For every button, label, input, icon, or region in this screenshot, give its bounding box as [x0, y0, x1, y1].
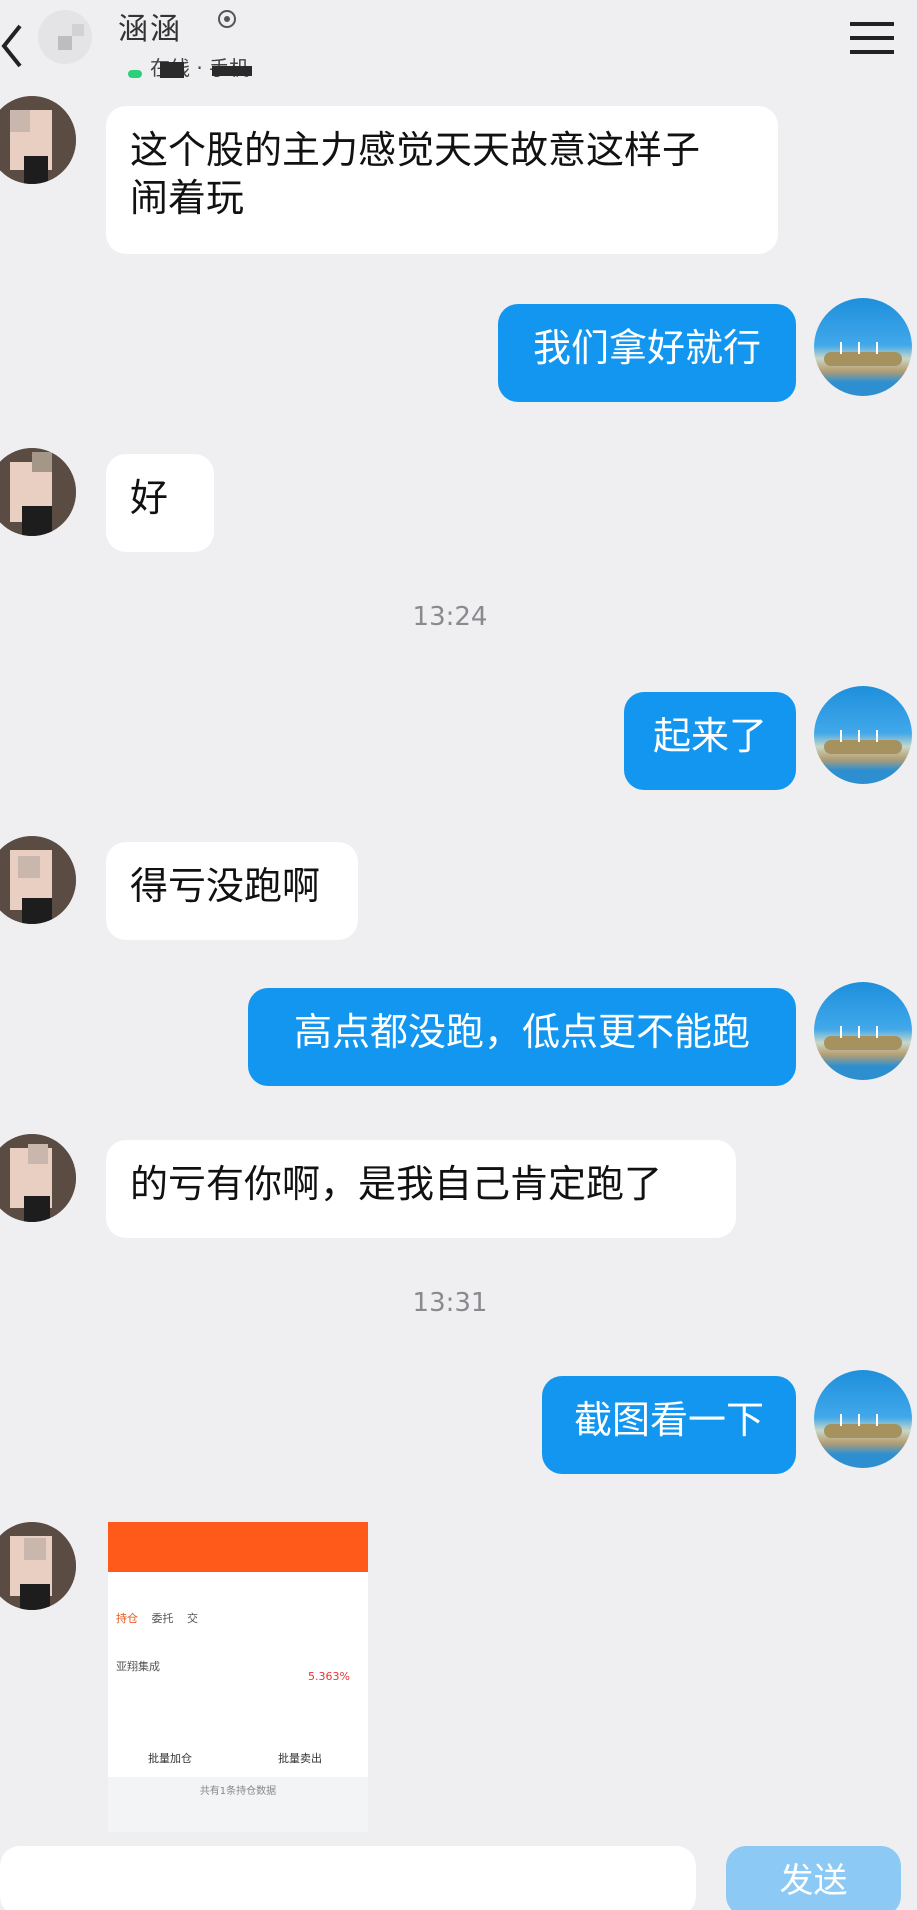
my-avatar[interactable] — [814, 1370, 912, 1468]
message-bubble[interactable]: 高点都没跑，低点更不能跑 — [248, 988, 796, 1086]
online-status-dot — [128, 70, 142, 78]
image-tabs: 持仓 委托 交 — [116, 1610, 198, 1626]
tab-hold: 持仓 — [116, 1612, 138, 1625]
batch-sell-label: 批量卖出 — [278, 1752, 322, 1765]
batch-add-label: 批量加仓 — [148, 1752, 192, 1765]
image-pct: 5.363% — [308, 1670, 350, 1683]
chat-header: 涵涵 在线 · 手机 — [0, 0, 917, 88]
message-bubble[interactable]: 得亏没跑啊 — [106, 842, 358, 940]
stock-pct: 5.363% — [308, 1670, 350, 1683]
message-text: 的亏有你啊，是我自己肯定跑了 — [130, 1162, 663, 1206]
message-text: 截图看一下 — [573, 1398, 764, 1442]
image-buttons: 批量加仓 批量卖出 — [108, 1742, 368, 1776]
stock-name: 亚翔集成 — [116, 1660, 160, 1673]
chat-screen: 涵涵 在线 · 手机 这个股的主力感觉天天故意这样子 闹着玩 我们拿好就行 好 … — [0, 0, 917, 1910]
settings-icon[interactable] — [216, 8, 238, 30]
message-text: 起来了 — [652, 714, 767, 758]
tab-deal: 交 — [187, 1612, 198, 1625]
message-text: 这个股的主力感觉天天故意这样子 — [130, 128, 701, 172]
my-avatar[interactable] — [814, 686, 912, 784]
message-bubble[interactable]: 截图看一下 — [542, 1376, 796, 1474]
contact-name: 涵涵 — [118, 12, 182, 47]
message-bubble[interactable]: 这个股的主力感觉天天故意这样子 闹着玩 — [106, 106, 778, 254]
image-stock-row: 亚翔集成 — [116, 1658, 160, 1674]
message-text: 高点都没跑，低点更不能跑 — [293, 1010, 750, 1054]
message-input[interactable] — [0, 1846, 696, 1910]
back-arrow-icon[interactable] — [0, 10, 40, 70]
message-bubble[interactable]: 我们拿好就行 — [498, 304, 796, 402]
message-text: 好 — [130, 476, 169, 520]
tab-entrust: 委托 — [151, 1612, 174, 1625]
timestamp: 13:31 — [412, 1288, 488, 1318]
input-bar: 发送 — [0, 1832, 917, 1910]
message-text: 闹着玩 — [130, 176, 245, 220]
message-text: 我们拿好就行 — [532, 326, 761, 370]
my-avatar[interactable] — [814, 298, 912, 396]
screenshot-image-message[interactable]: 持仓 委托 交 亚翔集成 5.363% 批量加仓 批量卖出 共有1条持仓数据 — [108, 1522, 368, 1832]
message-bubble[interactable]: 的亏有你啊，是我自己肯定跑了 — [106, 1140, 736, 1238]
timestamp: 13:24 — [412, 602, 488, 632]
contact-avatar[interactable] — [0, 1522, 76, 1610]
contact-avatar[interactable] — [0, 836, 76, 924]
send-button[interactable]: 发送 — [726, 1846, 901, 1910]
contact-avatar[interactable] — [0, 96, 76, 184]
image-header-band — [108, 1522, 368, 1572]
contact-avatar[interactable] — [0, 1134, 76, 1222]
image-footer: 共有1条持仓数据 — [108, 1777, 368, 1832]
menu-icon[interactable] — [848, 18, 896, 58]
message-bubble[interactable]: 起来了 — [624, 692, 796, 790]
message-text: 得亏没跑啊 — [130, 864, 321, 908]
message-bubble[interactable]: 好 — [106, 454, 214, 552]
contact-avatar-small[interactable] — [38, 10, 92, 64]
contact-avatar[interactable] — [0, 448, 76, 536]
my-avatar[interactable] — [814, 982, 912, 1080]
